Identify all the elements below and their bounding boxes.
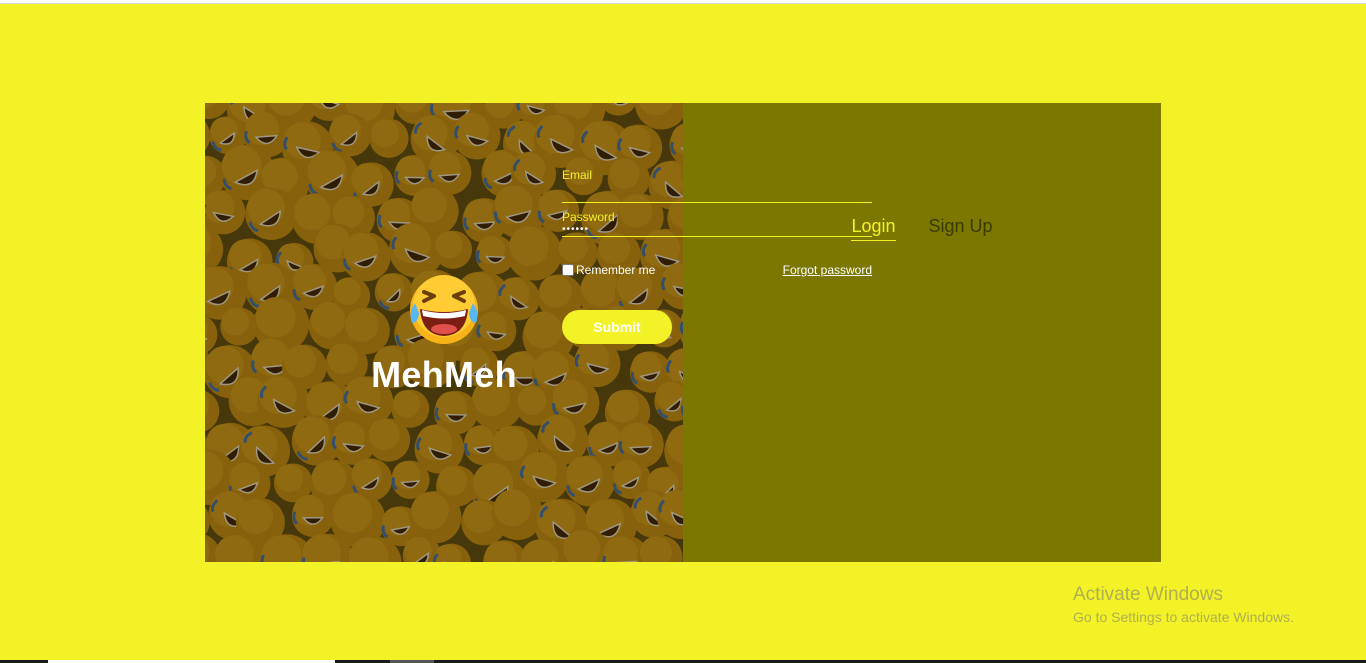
password-field-group: Password ••••••	[562, 210, 872, 237]
forgot-password-link[interactable]: Forgot password	[783, 263, 872, 277]
remember-me-checkbox[interactable]	[562, 264, 574, 276]
face-with-tears-of-joy-icon	[410, 275, 478, 344]
watermark-subtitle: Go to Settings to activate Windows.	[1073, 609, 1294, 625]
brand-name: MehMeh	[371, 354, 517, 395]
tab-sign-up[interactable]: Sign Up	[929, 216, 993, 241]
remember-me: Remember me	[562, 263, 655, 277]
watermark-title: Activate Windows	[1073, 584, 1223, 605]
windows-activation-watermark: Activate Windows Go to Settings to activ…	[1073, 584, 1353, 626]
login-options: Remember me Forgot password	[562, 263, 872, 277]
email-label: Email	[562, 168, 593, 182]
email-field-group: Email	[562, 168, 872, 203]
submit-button[interactable]: Submit	[562, 310, 672, 344]
email-input[interactable]	[562, 185, 872, 203]
password-input[interactable]: ••••••	[562, 225, 872, 237]
password-label: Password	[562, 210, 615, 224]
remember-me-label[interactable]: Remember me	[576, 263, 655, 277]
browser-top-edge	[0, 0, 1366, 4]
